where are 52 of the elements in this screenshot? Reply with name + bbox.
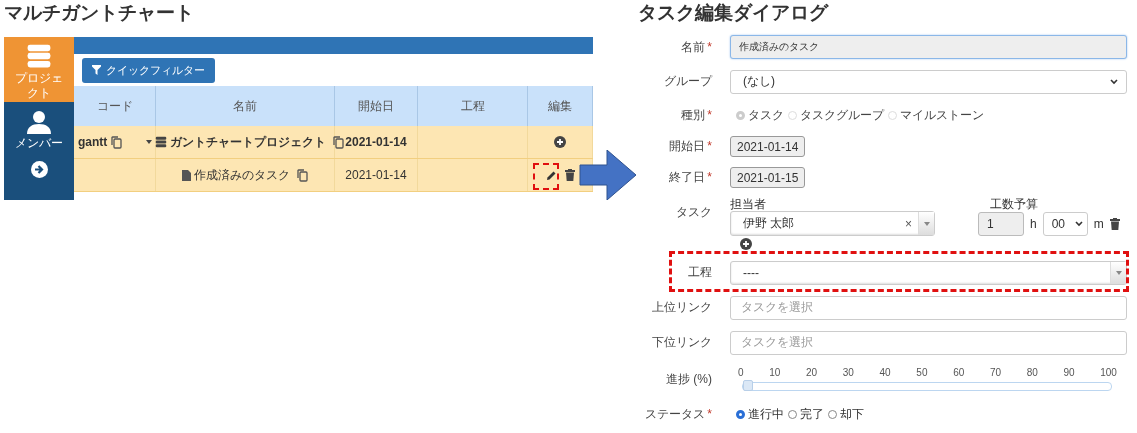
- required-mark: *: [707, 39, 712, 54]
- field-label: グループ: [664, 74, 712, 88]
- tick-label: 50: [916, 367, 928, 378]
- tick-label: 0: [738, 367, 744, 378]
- field-label: 名前: [681, 39, 706, 54]
- quick-filter-button[interactable]: クイックフィルター: [82, 57, 215, 83]
- required-mark: *: [707, 170, 712, 184]
- project-name: ガントチャートプロジェクト: [170, 133, 326, 151]
- field-label: 下位リンク: [652, 335, 712, 349]
- unit-text: h: [1030, 216, 1037, 231]
- assignee-label: 担当者: [730, 198, 767, 211]
- tick-label: 30: [842, 367, 854, 378]
- date-field[interactable]: 2021-01-14: [730, 136, 806, 157]
- assignee-dropdown[interactable]: 伊野 太郎 ×: [730, 211, 935, 236]
- tick-label: 90: [1063, 367, 1075, 378]
- field-label: 進捗 (%): [666, 371, 712, 386]
- process-dropdown[interactable]: ----: [730, 260, 1127, 285]
- field-label: タスク: [676, 205, 712, 219]
- tick-label: 40: [879, 367, 891, 378]
- code-text: gantt: [78, 135, 108, 149]
- tick-label: 80: [1026, 367, 1038, 378]
- budget-label: 工数予算: [989, 198, 1039, 211]
- clear-icon[interactable]: ×: [905, 216, 912, 231]
- sidebar-item[interactable]: メンバー: [4, 102, 74, 155]
- required-mark: *: [707, 107, 712, 122]
- radio-option[interactable]: 進行中: [736, 405, 784, 423]
- field-label: 開始日: [669, 139, 706, 153]
- radio-option[interactable]: 完了: [788, 405, 824, 423]
- group-dropdown[interactable]: (なし): [730, 69, 1127, 94]
- radio-option[interactable]: 却下: [828, 405, 864, 423]
- tick-label: 10: [769, 367, 781, 378]
- field-label: 種別: [681, 107, 706, 122]
- name-field[interactable]: 作成済みのタスク: [730, 35, 1127, 59]
- date-text: 2021-01-14: [345, 135, 407, 149]
- dialog-title: タスク編集ダイアログ: [638, 1, 830, 25]
- unit-text: m: [1093, 216, 1104, 231]
- required-mark: *: [707, 139, 712, 153]
- required-mark: *: [707, 406, 712, 421]
- tick-label: 70: [989, 367, 1002, 378]
- tick-label: 60: [953, 367, 965, 378]
- hours-field[interactable]: 1: [978, 211, 1024, 236]
- date-text: 2021-01-14: [345, 168, 407, 182]
- field-label: 工程: [688, 265, 712, 279]
- field-label: 終了日: [669, 170, 706, 184]
- page-title: マルチガントチャート: [3, 1, 195, 25]
- date-field[interactable]: 2021-01-15: [730, 167, 806, 188]
- field-label: ステータス: [645, 406, 706, 421]
- tick-label: 20: [806, 367, 818, 378]
- field-label: 上位リンク: [652, 300, 712, 314]
- tick-label: 100: [1100, 367, 1117, 378]
- minutes-dropdown[interactable]: 00: [1042, 211, 1088, 236]
- task-name: 作成済みのタスク: [194, 166, 290, 184]
